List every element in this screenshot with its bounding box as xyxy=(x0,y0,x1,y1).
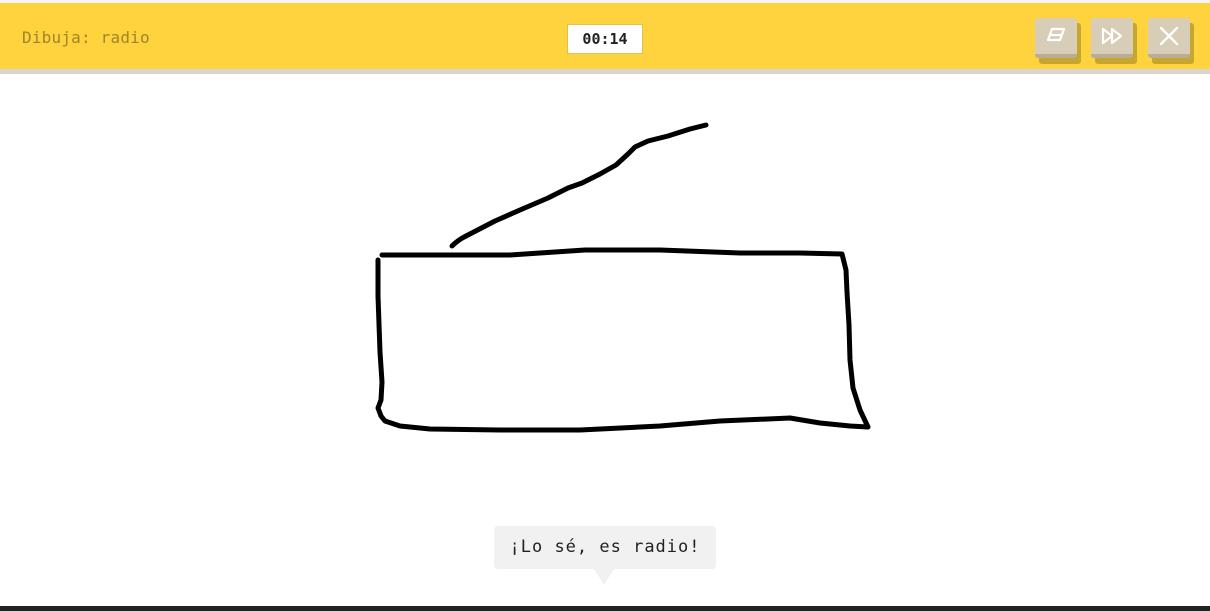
bottom-strip xyxy=(0,606,1210,611)
countdown-timer: 00:14 xyxy=(567,24,643,54)
drawing-stroke-body xyxy=(375,247,871,433)
eraser-icon xyxy=(1043,26,1069,46)
fast-forward-icon xyxy=(1099,26,1125,46)
drawing-prompt: Dibuja: radio xyxy=(22,28,150,47)
speech-bubble-tail xyxy=(594,569,614,585)
eraser-button[interactable] xyxy=(1035,18,1081,64)
ai-guess-bubble: ¡Lo sé, es radio! xyxy=(494,526,716,569)
drawing-stroke-antenna xyxy=(449,122,709,249)
skip-button[interactable] xyxy=(1091,18,1137,64)
close-icon xyxy=(1158,26,1180,46)
close-button[interactable] xyxy=(1148,18,1194,64)
game-header: Dibuja: radio 00:14 xyxy=(0,3,1210,69)
